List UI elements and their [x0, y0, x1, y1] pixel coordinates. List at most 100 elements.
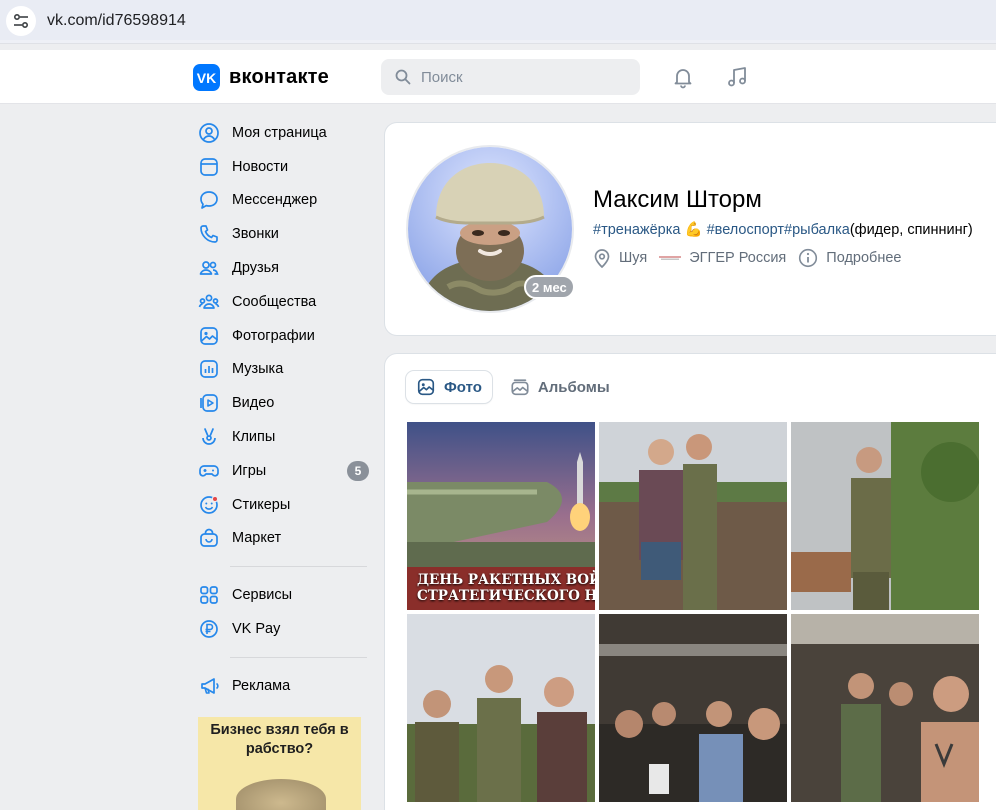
photos-card: Фото Альбомы ДЕНЬ РАКЕТНЫХ ВОЙСК СТРАТЕГ… [385, 354, 996, 810]
profile-city[interactable]: Шуя [593, 248, 647, 268]
sidebar-item-label: Стикеры [232, 496, 291, 513]
sidebar-item-friends[interactable]: Друзья [196, 251, 371, 285]
hashtag-link[interactable]: #рыбалка [784, 222, 850, 238]
profile-card: 2 мес Максим Шторм #тренажёрка 💪 #велосп… [385, 123, 996, 335]
photo-thumbnail[interactable] [791, 422, 979, 610]
tab-albums-label: Альбомы [537, 378, 610, 396]
sidebar-divider [230, 566, 367, 568]
sidebar-item-label: Игры [232, 462, 267, 479]
sidebar-ad-banner[interactable]: Бизнес взял тебя в рабство? [198, 717, 361, 810]
profile-name: Максим Шторм [593, 186, 762, 213]
sidebar-item-communities[interactable]: Сообщества [196, 285, 371, 319]
user-circle-icon [197, 121, 221, 145]
more-label: Подробнее [826, 250, 902, 266]
sidebar-item-label: Музыка [232, 361, 284, 378]
address-field[interactable]: vk.com/id76598914 [0, 0, 996, 40]
search-input[interactable] [421, 68, 621, 86]
video-icon [197, 391, 221, 415]
clips-icon [197, 425, 221, 449]
profile-work[interactable]: ЭГГЕР Россия [659, 250, 786, 266]
photo-caption-line1: ДЕНЬ РАКЕТНЫХ ВОЙСК [417, 572, 595, 588]
sidebar-item-label: Сервисы [232, 587, 293, 604]
vkpay-icon [197, 617, 221, 641]
sidebar-item-label: Друзья [232, 260, 280, 277]
photo-thumbnail[interactable] [407, 614, 595, 802]
photo-caption-line2: СТРАТЕГИЧЕСКОГО НАЗНА [417, 588, 595, 604]
top-header: VK вконтакте [0, 50, 996, 104]
sidebar-divider [230, 656, 367, 658]
profile-info-row: Шуя ЭГГЕР Россия Подробнее [593, 248, 913, 268]
sidebar-item-label: Сообщества [232, 293, 317, 310]
phone-icon [197, 222, 221, 246]
bell-icon[interactable] [671, 65, 695, 89]
sidebar-item-messenger[interactable]: Мессенджер [196, 184, 371, 218]
ad-image [236, 779, 326, 810]
sidebar-item-news[interactable]: Новости [196, 150, 371, 184]
sidebar-item-games[interactable]: Игры 5 [196, 454, 371, 488]
news-icon [197, 155, 221, 179]
photo-thumbnail[interactable] [599, 422, 787, 610]
ad-headline: Бизнес взял тебя в рабство? [210, 722, 349, 757]
sidebar-item-calls[interactable]: Звонки [196, 217, 371, 251]
sidebar-item-label: Видео [232, 395, 275, 412]
sidebar-item-label: Новости [232, 158, 289, 175]
photo-icon [197, 324, 221, 348]
sidebar-item-ads[interactable]: Реклама [196, 669, 371, 703]
sidebar-item-label: Клипы [232, 429, 276, 446]
sidebar-item-music[interactable]: Музыка [196, 353, 371, 387]
sidebar-item-label: Маркет [232, 530, 282, 547]
photo-thumbnail[interactable] [791, 614, 979, 802]
sidebar-item-photos[interactable]: Фотографии [196, 319, 371, 353]
sidebar-item-my-page[interactable]: Моя страница [196, 116, 371, 150]
sidebar-item-vkpay[interactable]: VK Pay [196, 612, 371, 646]
left-sidebar: Моя страница Новости Мессенджер Звонки Д… [196, 116, 371, 703]
tab-photos[interactable]: Фото [406, 371, 492, 403]
work-label: ЭГГЕР Россия [689, 250, 787, 266]
url-text[interactable]: vk.com/id76598914 [47, 12, 186, 30]
music-note-icon[interactable] [725, 65, 749, 89]
info-icon [799, 248, 818, 268]
sidebar-item-video[interactable]: Видео [196, 386, 371, 420]
tab-photos-label: Фото [444, 378, 482, 396]
sidebar-item-label: VK Pay [232, 621, 281, 638]
message-icon [197, 188, 221, 212]
sidebar-item-label: Звонки [232, 226, 279, 243]
friends-icon [197, 256, 221, 280]
status-text: (фидер, спиннинг) [849, 222, 973, 238]
search-icon [395, 69, 411, 85]
megaphone-icon [197, 674, 221, 698]
photo-icon [416, 377, 436, 397]
location-pin-icon [594, 249, 610, 268]
albums-icon [510, 377, 530, 397]
city-label: Шуя [619, 250, 648, 266]
online-status-badge: 2 мес [524, 275, 575, 299]
photo-thumbnail[interactable] [599, 614, 787, 802]
vk-logo-text: вконтакте [229, 66, 329, 88]
search-box[interactable] [381, 59, 640, 95]
communities-icon [197, 290, 221, 314]
market-icon [197, 526, 221, 550]
games-icon [197, 459, 221, 483]
games-count-badge: 5 [347, 460, 369, 481]
sidebar-item-label: Фотографии [232, 327, 315, 344]
sidebar-item-stickers[interactable]: Стикеры [196, 488, 371, 522]
profile-status: #тренажёрка 💪 #велоспорт#рыбалка(фидер, … [593, 221, 973, 238]
hashtag-link[interactable]: #тренажёрка [593, 222, 680, 238]
music-icon [197, 357, 221, 381]
sidebar-item-clips[interactable]: Клипы [196, 420, 371, 454]
vk-logo[interactable]: VK вконтакте [193, 64, 329, 91]
hashtag-link[interactable]: #велоспорт [707, 222, 784, 238]
vk-logo-mark: VK [193, 64, 220, 91]
sidebar-item-label: Реклама [232, 677, 291, 694]
stickers-icon [197, 493, 221, 517]
photo-thumbnail[interactable]: ДЕНЬ РАКЕТНЫХ ВОЙСК СТРАТЕГИЧЕСКОГО НАЗН… [407, 422, 595, 610]
profile-more-link[interactable]: Подробнее [798, 248, 901, 268]
sidebar-item-label: Мессенджер [232, 192, 318, 209]
services-icon [197, 583, 221, 607]
tab-albums[interactable]: Альбомы [500, 371, 620, 403]
sidebar-item-services[interactable]: Сервисы [196, 578, 371, 612]
browser-address-bar: vk.com/id76598914 [0, 0, 996, 44]
sidebar-item-market[interactable]: Маркет [196, 522, 371, 556]
site-settings-icon[interactable] [6, 6, 36, 36]
flexed-biceps-emoji: 💪 [684, 222, 703, 238]
